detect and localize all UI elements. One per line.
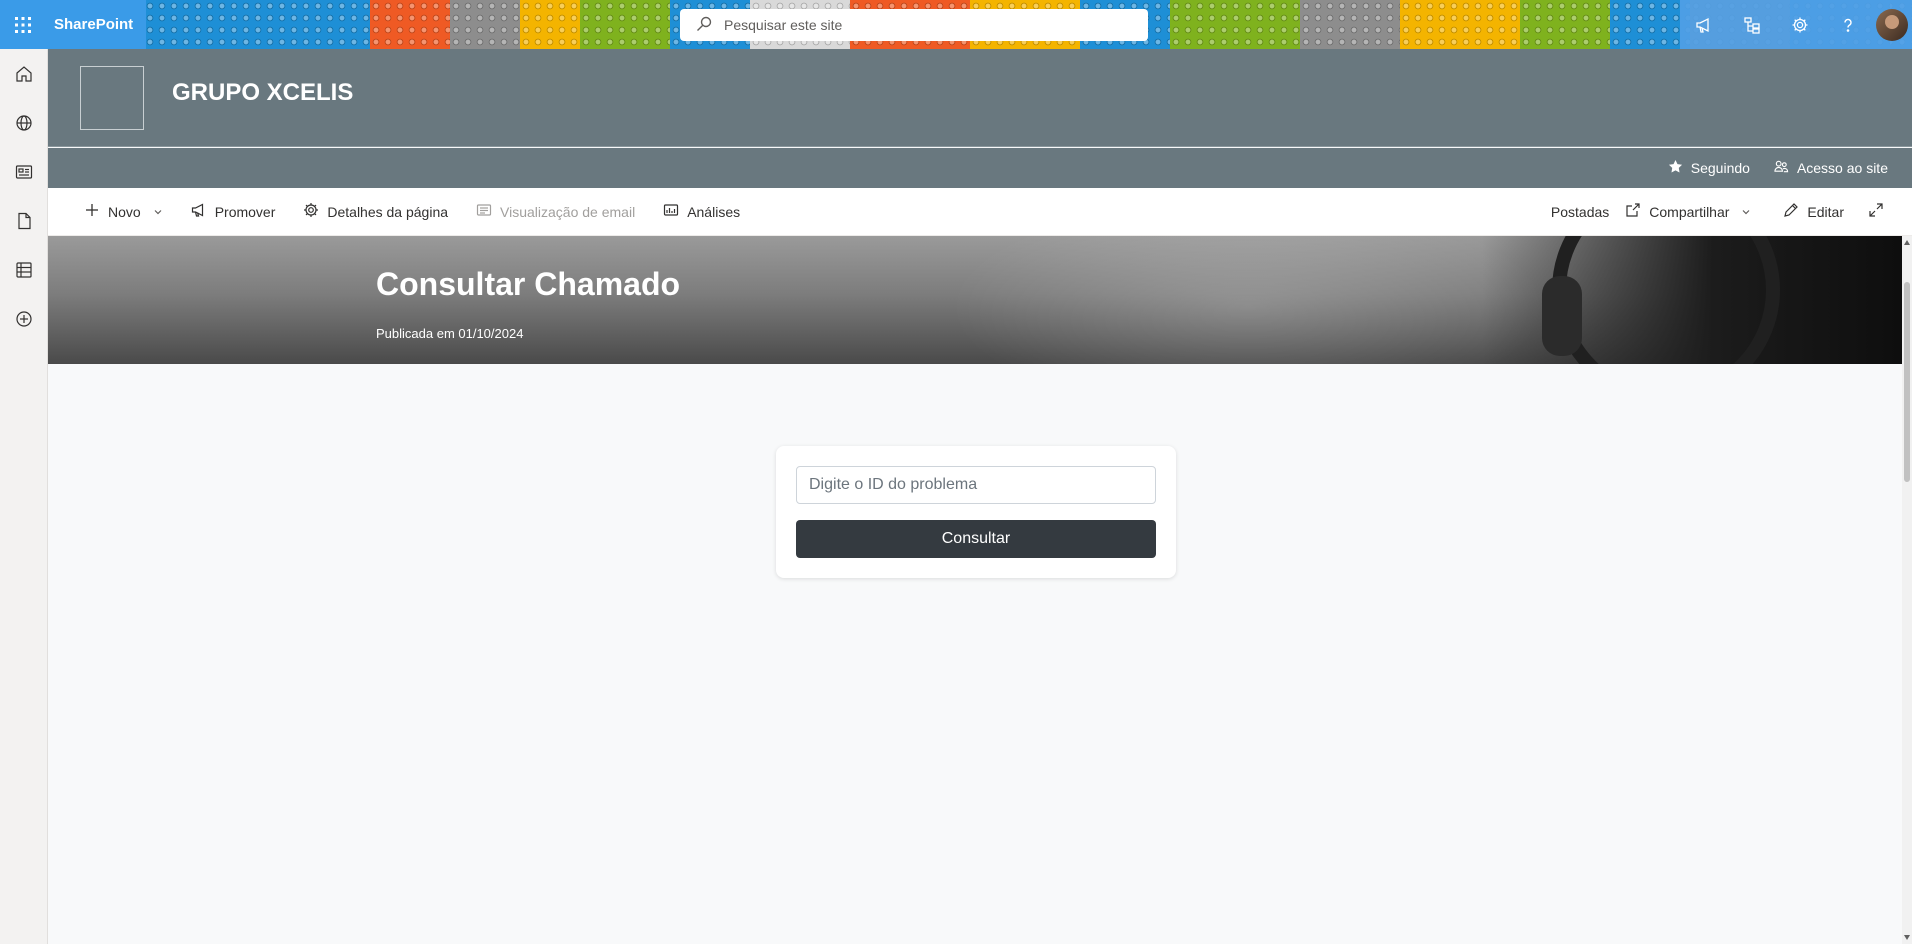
people-icon (1774, 159, 1789, 177)
following-label: Seguindo (1690, 160, 1750, 176)
promote-button[interactable]: Promover (179, 188, 288, 236)
edit-button[interactable]: Editar (1771, 188, 1856, 236)
gear-icon (303, 202, 319, 221)
site-title[interactable]: GRUPO XCELIS (172, 79, 353, 107)
email-preview-label: Visualização de email (500, 203, 636, 220)
suite-right-actions (1680, 0, 1912, 49)
share-label: Compartilhar (1649, 203, 1730, 220)
plus-icon (84, 202, 100, 221)
app-bar (0, 49, 48, 944)
posted-label: Postadas (1550, 203, 1610, 220)
expand-button[interactable] (1856, 188, 1896, 236)
new-button[interactable]: Novo (72, 188, 175, 236)
site-header: GRUPO XCELIS (48, 49, 1912, 147)
analytics-icon (663, 202, 679, 221)
search-icon (696, 16, 724, 35)
gear-icon[interactable] (1776, 0, 1824, 49)
document-icon[interactable] (0, 196, 48, 245)
published-date: Publicada em 01/10/2024 (376, 326, 524, 341)
megaphone-icon[interactable] (1680, 0, 1728, 49)
star-icon (1668, 159, 1683, 177)
following-button[interactable]: Seguindo (1668, 159, 1750, 177)
user-avatar[interactable] (1876, 8, 1908, 41)
home-icon[interactable] (0, 49, 48, 98)
ticket-id-input[interactable] (796, 466, 1156, 504)
org-chart-icon[interactable] (1728, 0, 1776, 49)
pencil-icon (1783, 202, 1799, 221)
email-preview-button[interactable]: Visualização de email (464, 188, 647, 236)
page-scrollbar[interactable] (1902, 236, 1912, 944)
new-label: Novo (108, 203, 141, 220)
sharepoint-brand-link[interactable]: SharePoint (54, 16, 133, 33)
email-preview-icon (476, 202, 492, 221)
analytics-label: Análises (687, 203, 741, 220)
scroll-thumb[interactable] (1904, 282, 1910, 482)
page-details-label: Detalhes da página (327, 203, 449, 220)
consult-button[interactable]: Consultar (796, 520, 1156, 558)
chevron-down-icon (149, 204, 163, 220)
share-icon (1625, 202, 1641, 221)
expand-icon (1868, 202, 1884, 221)
analytics-button[interactable]: Análises (651, 188, 752, 236)
site-actions-bar: Seguindo Acesso ao site (48, 148, 1912, 188)
promote-label: Promover (214, 203, 276, 220)
ticket-lookup-card: Consultar (776, 446, 1176, 578)
command-bar: Novo Promover Detalhes da página Visuali… (48, 188, 1912, 236)
site-access-label: Acesso ao site (1796, 160, 1888, 176)
globe-icon[interactable] (0, 98, 48, 147)
suite-left: SharePoint (0, 0, 146, 49)
help-icon[interactable] (1824, 0, 1872, 49)
share-button[interactable]: Compartilhar (1621, 188, 1763, 236)
waffle-icon[interactable] (0, 0, 46, 49)
chevron-down-icon (1737, 204, 1751, 220)
add-icon[interactable] (0, 294, 48, 343)
search-placeholder: Pesquisar este site (724, 17, 843, 33)
scroll-down-arrow[interactable] (1904, 935, 1910, 940)
site-logo[interactable] (80, 66, 144, 130)
site-access-button[interactable]: Acesso ao site (1774, 159, 1888, 177)
page-title: Consultar Chamado (376, 266, 681, 302)
page-details-button[interactable]: Detalhes da página (291, 188, 460, 236)
posted-status: Postadas (1539, 188, 1621, 236)
title-banner: Consultar Chamado Publicada em 01/10/202… (48, 236, 1902, 364)
megaphone-icon (191, 202, 207, 221)
edit-label: Editar (1807, 203, 1844, 220)
list-icon[interactable] (0, 245, 48, 294)
headset-image (1482, 236, 1902, 364)
news-icon[interactable] (0, 147, 48, 196)
scroll-up-arrow[interactable] (1904, 240, 1910, 245)
site-search-box[interactable]: Pesquisar este site (680, 9, 1148, 41)
suite-bar: SharePoint Pesquisar este site (0, 0, 1912, 49)
